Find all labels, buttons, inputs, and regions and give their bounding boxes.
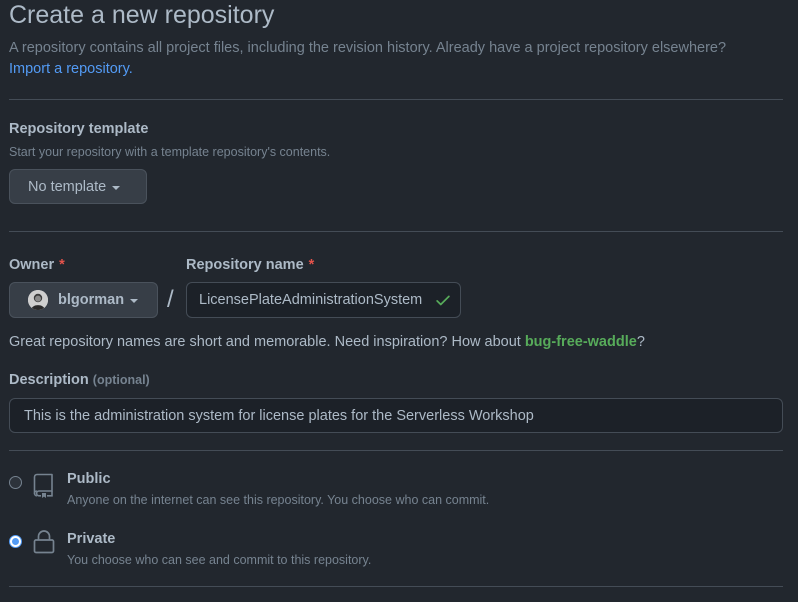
required-marker: * xyxy=(59,257,65,273)
lock-icon xyxy=(33,530,55,554)
public-radio[interactable] xyxy=(9,476,22,489)
owner-repo-separator: / xyxy=(167,286,174,313)
page-title: Create a new repository xyxy=(9,1,275,29)
repo-name-input[interactable]: LicensePlateAdministrationSystem xyxy=(186,282,461,318)
description-value: This is the administration system for li… xyxy=(24,407,534,424)
inspiration-suffix: ? xyxy=(636,334,645,350)
divider xyxy=(9,586,783,587)
public-title: Public xyxy=(67,471,111,487)
repo-name-label: Repository name * xyxy=(186,257,314,273)
owner-value: blgorman xyxy=(58,292,125,308)
private-title: Private xyxy=(67,531,116,547)
template-button-label: No template xyxy=(28,178,107,195)
check-icon xyxy=(436,295,450,306)
description-label: Description (optional) xyxy=(9,372,150,388)
divider xyxy=(9,99,783,100)
description-input[interactable]: This is the administration system for li… xyxy=(9,398,783,433)
divider xyxy=(9,450,783,451)
repo-icon xyxy=(33,473,53,498)
divider xyxy=(9,231,783,232)
owner-select-button[interactable]: blgorman xyxy=(9,282,158,318)
chevron-down-icon xyxy=(112,185,121,190)
avatar-image xyxy=(28,290,48,310)
required-marker: * xyxy=(308,257,315,273)
template-label: Repository template xyxy=(9,121,149,137)
inspiration-text: Great repository names are short and mem… xyxy=(9,334,525,350)
private-description: You choose who can see and commit to thi… xyxy=(67,553,372,567)
owner-label-text: Owner xyxy=(9,257,55,273)
private-radio[interactable] xyxy=(9,535,22,548)
page-subtitle: A repository contains all project files,… xyxy=(9,40,727,56)
repo-name-label-text: Repository name xyxy=(186,257,304,273)
name-suggestion-link[interactable]: bug-free-waddle xyxy=(525,334,637,350)
optional-marker: (optional) xyxy=(92,373,150,387)
template-select-button[interactable]: No template xyxy=(9,169,147,204)
owner-label: Owner * xyxy=(9,257,65,273)
avatar xyxy=(28,290,48,310)
repo-name-inspiration: Great repository names are short and mem… xyxy=(9,331,645,353)
repo-name-value: LicensePlateAdministrationSystem xyxy=(199,292,423,308)
template-note: Start your repository with a template re… xyxy=(9,145,331,159)
public-description: Anyone on the internet can see this repo… xyxy=(67,493,490,507)
description-label-text: Description xyxy=(9,372,89,388)
import-repository-link[interactable]: Import a repository. xyxy=(9,59,133,79)
chevron-down-icon xyxy=(130,299,139,303)
